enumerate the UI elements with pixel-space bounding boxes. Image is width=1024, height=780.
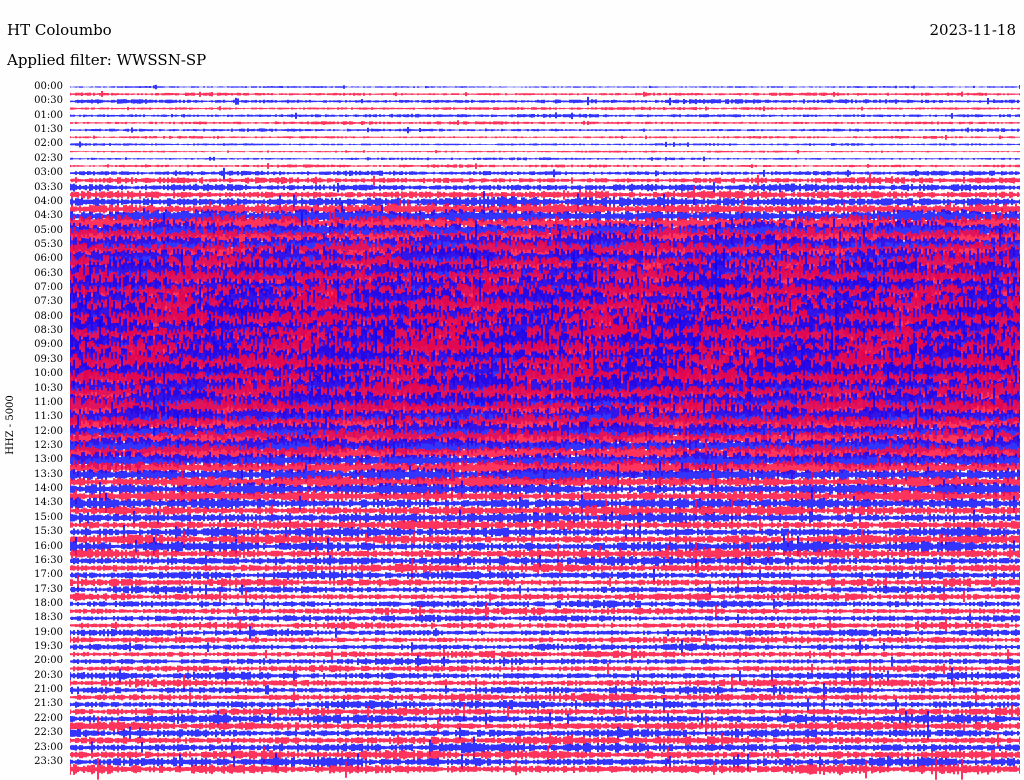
time-label: 12:00 [34, 425, 63, 437]
time-label: 14:00 [34, 483, 63, 495]
time-label: 06:30 [34, 267, 63, 279]
time-label: 13:00 [34, 454, 63, 466]
time-label: 11:00 [34, 396, 63, 408]
time-label: 12:30 [34, 440, 63, 451]
time-label: 21:30 [34, 698, 63, 710]
time-label: 22:00 [34, 712, 63, 724]
trace-row-0300 [70, 167, 1020, 180]
time-axis: 00:00 00:30 01:00 01:30 02:00 02:30 03:00 03:30… [0, 0, 70, 780]
time-label: 19:30 [34, 641, 63, 653]
time-label: 16:00 [34, 540, 63, 552]
trace-row-1745 [70, 590, 1020, 604]
time-label: 04:30 [34, 210, 63, 222]
trace-row-0315 [70, 173, 1020, 187]
time-label: 02:00 [34, 138, 63, 150]
time-label: 08:00 [34, 310, 63, 322]
time-label: 21:00 [34, 684, 63, 696]
time-label: 07:00 [34, 282, 63, 294]
time-label: 13:30 [34, 468, 63, 480]
time-label: 09:30 [34, 353, 63, 365]
trace-row-1915 [70, 635, 1020, 646]
time-label: 06:00 [34, 253, 63, 265]
trace-row-0115 [70, 120, 1020, 125]
time-label: 18:30 [34, 612, 63, 624]
trace-row-2015 [70, 662, 1020, 675]
trace-row-1830 [70, 614, 1020, 624]
trace-row-0215 [70, 150, 1020, 154]
time-label: 03:00 [34, 167, 63, 179]
time-label: 10:30 [34, 382, 63, 394]
helicorder-plot [70, 84, 1020, 780]
time-label: 07:30 [34, 296, 63, 308]
time-label: 08:30 [34, 325, 63, 337]
time-label: 05:00 [34, 224, 63, 236]
time-label: 01:30 [34, 124, 63, 136]
time-label: 10:00 [34, 368, 63, 380]
time-label: 18:00 [34, 597, 63, 609]
time-label: 19:00 [34, 626, 63, 638]
time-label: 17:00 [34, 569, 63, 581]
time-label: 20:00 [34, 655, 63, 667]
time-label: 00:30 [34, 95, 63, 107]
trace-row-0030 [70, 96, 1020, 106]
trace-row-0200 [70, 141, 1020, 148]
time-label: 03:30 [34, 181, 63, 193]
trace-row-1945 [70, 648, 1020, 661]
time-label: 00:00 [34, 81, 63, 92]
time-label: 02:30 [34, 152, 63, 164]
time-label: 17:30 [34, 583, 63, 595]
time-label: 14:30 [34, 497, 63, 509]
trace-row-0045 [70, 106, 1020, 112]
trace-row-0015 [70, 91, 1020, 97]
time-label: 23:30 [34, 755, 63, 767]
plot-date: 2023-11-18 [929, 21, 1016, 39]
trace-row-0245 [70, 163, 1020, 169]
trace-row-0145 [70, 135, 1020, 140]
trace-row-0100 [70, 112, 1020, 120]
trace-row-2000 [70, 655, 1020, 667]
time-label: 22:30 [34, 727, 63, 739]
time-label: 04:00 [34, 195, 63, 207]
time-label: 16:30 [34, 554, 63, 566]
time-label: 15:00 [34, 511, 63, 523]
trace-row-0230 [70, 156, 1020, 162]
time-label: 23:00 [34, 741, 63, 753]
time-label: 11:30 [34, 411, 63, 423]
trace-row-0330 [70, 182, 1020, 193]
trace-row-1630 [70, 554, 1020, 568]
trace-row-1900 [70, 626, 1020, 639]
time-label: 15:30 [34, 526, 63, 538]
trace-row-0000 [70, 84, 1020, 90]
trace-row-2115 [70, 692, 1020, 703]
time-label: 05:30 [34, 238, 63, 250]
time-label: 20:30 [34, 669, 63, 681]
time-label: 09:00 [34, 339, 63, 351]
trace-row-0130 [70, 127, 1020, 134]
time-label: 01:00 [34, 109, 63, 121]
